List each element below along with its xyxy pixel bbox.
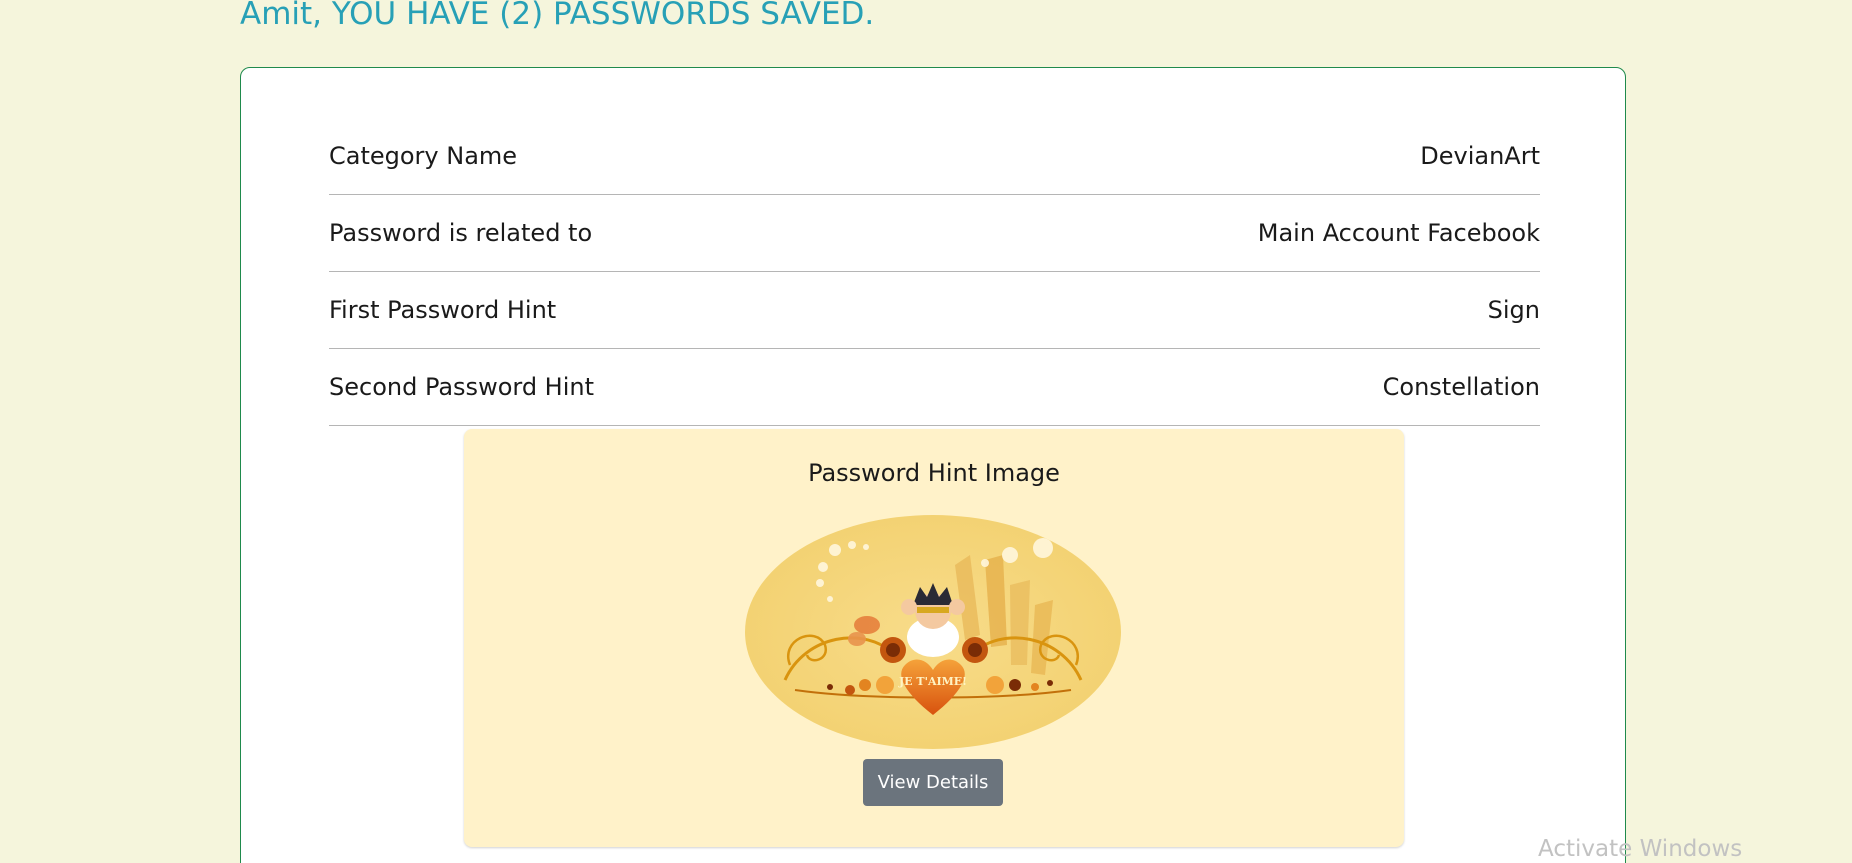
detail-value: Main Account Facebook: [1257, 219, 1540, 247]
password-details-card: Category Name DevianArt Password is rela…: [240, 67, 1626, 863]
detail-row-first-hint: First Password Hint Sign: [329, 272, 1540, 349]
detail-label: Category Name: [329, 142, 518, 170]
password-hint-image: JE T'AIME!: [745, 515, 1121, 749]
hint-image-caption: JE T'AIME!: [898, 675, 967, 688]
hint-panel-title: Password Hint Image: [808, 459, 1060, 487]
detail-label: Password is related to: [329, 219, 593, 247]
page-title: Amit, YOU HAVE (2) PASSWORDS SAVED.: [240, 0, 875, 32]
detail-row-second-hint: Second Password Hint Constellation: [329, 349, 1540, 426]
detail-value: Sign: [1487, 296, 1540, 324]
password-hint-panel: Password Hint Image JE T'AIME! View Deta…: [464, 429, 1404, 847]
view-details-button[interactable]: View Details: [863, 759, 1003, 806]
detail-label: Second Password Hint: [329, 373, 595, 401]
detail-value: Constellation: [1382, 373, 1540, 401]
page: Amit, YOU HAVE (2) PASSWORDS SAVED. Cate…: [0, 0, 1852, 863]
detail-value: DevianArt: [1420, 142, 1540, 170]
detail-label: First Password Hint: [329, 296, 557, 324]
activate-windows-watermark: Activate Windows: [1538, 836, 1743, 862]
detail-row-related-to: Password is related to Main Account Face…: [329, 195, 1540, 272]
detail-row-category: Category Name DevianArt: [329, 118, 1540, 195]
